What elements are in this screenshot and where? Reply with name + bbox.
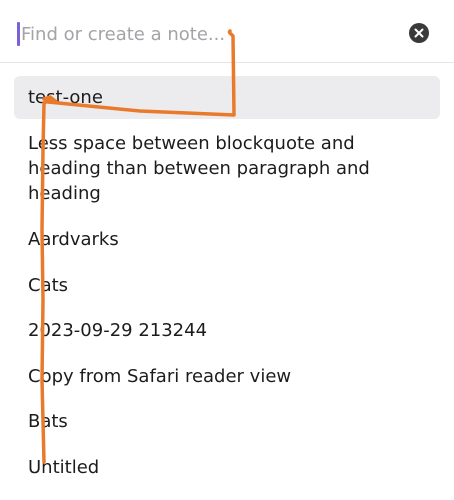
result-title: Copy from Safari reader view xyxy=(28,366,292,387)
result-item[interactable]: Bats xyxy=(14,409,440,434)
result-title: 2023-09-29 213244 xyxy=(28,320,208,341)
results-list: test-one Less space between blockquote a… xyxy=(0,62,454,500)
result-item[interactable]: Untitled xyxy=(14,455,440,480)
search-input[interactable] xyxy=(21,18,381,50)
text-cursor xyxy=(17,22,20,46)
result-item-selected[interactable]: test-one xyxy=(14,76,440,119)
result-item[interactable]: Less space between blockquote and headin… xyxy=(14,131,440,206)
result-item[interactable]: Cats xyxy=(14,273,440,298)
result-title: Bats xyxy=(28,411,68,432)
result-title: test-one xyxy=(28,87,103,108)
clear-search-button[interactable] xyxy=(409,23,429,43)
result-title: Less space between blockquote and headin… xyxy=(28,133,370,204)
result-item[interactable]: 2023-09-29 213244 xyxy=(14,318,440,343)
search-bar xyxy=(0,0,454,63)
result-title: Untitled xyxy=(28,457,100,478)
quick-switcher: test-one Less space between blockquote a… xyxy=(0,0,454,500)
result-item[interactable]: Copy from Safari reader view xyxy=(14,364,440,389)
result-title: Cats xyxy=(28,275,69,296)
result-item[interactable]: Aardvarks xyxy=(14,227,440,252)
close-circle-icon xyxy=(414,28,424,38)
result-title: Aardvarks xyxy=(28,229,119,250)
